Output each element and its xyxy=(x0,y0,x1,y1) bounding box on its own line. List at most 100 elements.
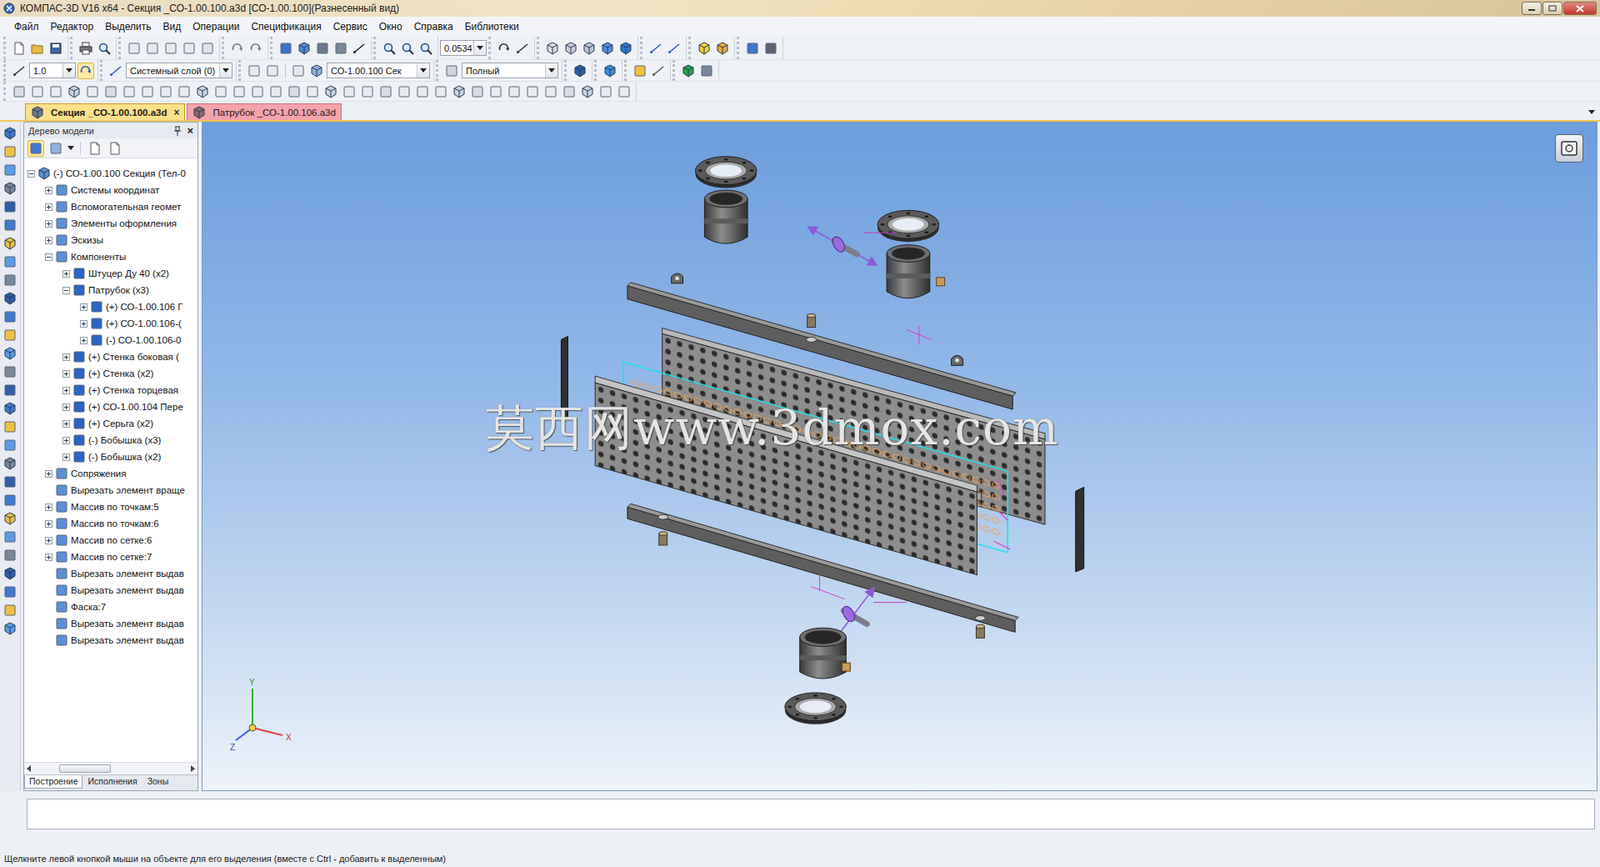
tree-item[interactable]: Вырезать элемент выдав xyxy=(24,615,198,632)
render-mode-combo[interactable]: Полный xyxy=(461,62,559,79)
menu-item[interactable]: Вид xyxy=(157,19,188,35)
tree-item[interactable]: Эскизы xyxy=(24,231,198,249)
toolbar-button[interactable] xyxy=(359,83,376,100)
toolbar-button[interactable] xyxy=(744,40,761,57)
expand-icon[interactable] xyxy=(80,303,88,311)
toolbar-button[interactable] xyxy=(194,83,211,100)
toolbar-button[interactable] xyxy=(580,40,598,57)
toolbar-button[interactable] xyxy=(29,40,46,57)
toolbar-button[interactable] xyxy=(308,62,325,80)
panel-button[interactable] xyxy=(1,216,19,234)
tree-item[interactable]: Вырезать элемент выдав xyxy=(24,631,198,649)
pipe-top-right[interactable] xyxy=(886,245,930,299)
step-combo[interactable]: 1.0 xyxy=(29,62,76,79)
pipe-bottom[interactable] xyxy=(800,627,847,679)
expand-icon[interactable] xyxy=(45,220,53,228)
toolbar-button[interactable] xyxy=(102,83,120,100)
panel-button[interactable] xyxy=(1,290,19,307)
tree-item[interactable]: (+) СО-1.00.106-( xyxy=(24,315,198,332)
toolbar-button[interactable] xyxy=(762,40,780,57)
toolbar-button[interactable] xyxy=(264,62,281,80)
toolbar-button[interactable] xyxy=(450,83,468,100)
document-tab[interactable]: Патрубок _СО-1.00.106.a3d xyxy=(186,103,341,120)
panel-button[interactable] xyxy=(1,473,19,490)
toolbar-button[interactable] xyxy=(601,62,619,80)
toolbar-button[interactable] xyxy=(469,83,486,100)
panel-button[interactable] xyxy=(1,400,19,417)
panel-button[interactable] xyxy=(1,235,19,252)
expand-icon[interactable] xyxy=(45,186,53,195)
toolbar-button[interactable] xyxy=(524,83,541,100)
toolbar-button[interactable] xyxy=(350,40,368,57)
panel-button[interactable] xyxy=(1,363,19,380)
expand-icon[interactable] xyxy=(62,353,70,361)
pipe-top-left[interactable] xyxy=(704,190,748,244)
panel-button[interactable] xyxy=(1,418,19,435)
toolbar-button[interactable] xyxy=(579,83,596,100)
toolbar-button[interactable] xyxy=(597,83,615,100)
panel-button[interactable] xyxy=(1,326,19,344)
menu-item[interactable]: Редактор xyxy=(45,19,100,35)
toolbar-button[interactable] xyxy=(542,83,560,100)
toolbar-button[interactable] xyxy=(247,40,265,57)
toolbar-button[interactable] xyxy=(10,40,28,57)
panel-button[interactable] xyxy=(1,161,19,179)
layer-combo[interactable]: Системный слой (0) xyxy=(125,62,233,79)
toolbar-button[interactable] xyxy=(322,83,340,100)
toolbar-button[interactable] xyxy=(249,83,266,100)
tree-item[interactable]: Фаска:7 xyxy=(24,598,198,615)
flange-bottom[interactable] xyxy=(785,692,847,725)
panel-button[interactable] xyxy=(1,253,19,270)
expand-icon[interactable] xyxy=(45,503,53,511)
toolbar-button[interactable] xyxy=(340,83,358,100)
panel-button[interactable] xyxy=(1,620,19,637)
expand-icon[interactable] xyxy=(45,203,53,211)
toolbar-button[interactable] xyxy=(290,62,307,80)
toolbar-button[interactable] xyxy=(157,83,175,100)
scroll-right-icon[interactable] xyxy=(189,765,196,772)
toolbar-button[interactable] xyxy=(698,62,715,80)
menu-item[interactable]: Операции xyxy=(186,19,245,35)
toolbar-button[interactable] xyxy=(77,40,95,57)
panel-button[interactable] xyxy=(1,198,19,215)
expand-icon[interactable] xyxy=(62,403,70,411)
scroll-left-icon[interactable] xyxy=(25,765,33,772)
toolbar-button[interactable] xyxy=(562,40,580,57)
toolbar-button[interactable] xyxy=(77,62,95,80)
toolbar-button[interactable] xyxy=(245,62,263,80)
toolbar-button[interactable] xyxy=(125,40,143,57)
panel-button[interactable] xyxy=(1,491,19,509)
flange-top-left[interactable] xyxy=(695,156,757,189)
toolbar-button[interactable] xyxy=(95,40,113,57)
toolbar-button[interactable] xyxy=(314,40,331,57)
toolbar-button[interactable] xyxy=(267,83,285,100)
tree-mode-button[interactable] xyxy=(47,140,65,157)
toolbar-button[interactable] xyxy=(495,40,513,57)
tree-tab[interactable]: Исполнения xyxy=(82,775,142,789)
menu-item[interactable]: Библиотеки xyxy=(459,19,525,35)
toolbar-button[interactable] xyxy=(295,40,313,57)
tab-list-button[interactable] xyxy=(1588,105,1600,117)
expand-icon[interactable] xyxy=(62,453,70,461)
toolbar-button[interactable] xyxy=(695,40,713,57)
toolbar-button[interactable] xyxy=(487,83,505,100)
menu-item[interactable]: Спецификация xyxy=(245,19,327,35)
lug-top-right[interactable] xyxy=(951,355,964,365)
panel-button[interactable] xyxy=(1,308,19,325)
boss-bottom-left[interactable] xyxy=(659,531,668,545)
tree-item[interactable]: Компоненты xyxy=(24,248,198,265)
menu-item[interactable]: Окно xyxy=(373,19,409,35)
tree-item[interactable]: Массив по точкам:5 xyxy=(24,498,198,515)
panel-button[interactable] xyxy=(1,125,19,142)
toolbar-button[interactable] xyxy=(180,40,198,57)
tree-item[interactable]: (+) Серьга (х2) xyxy=(24,415,198,432)
tree-item[interactable]: Штуцер Ду 40 (х2) xyxy=(24,265,198,282)
tree-item[interactable]: Патрубок (х3) xyxy=(24,281,198,299)
panel-button[interactable] xyxy=(1,271,19,289)
expand-icon[interactable] xyxy=(45,470,53,478)
toolbar-button[interactable] xyxy=(647,40,665,57)
tree-item[interactable]: Элементы оформления xyxy=(24,215,198,232)
tree-item[interactable]: Массив по сетке:7 xyxy=(24,548,198,565)
expand-icon[interactable] xyxy=(62,420,70,428)
fitting-top[interactable] xyxy=(811,228,897,264)
